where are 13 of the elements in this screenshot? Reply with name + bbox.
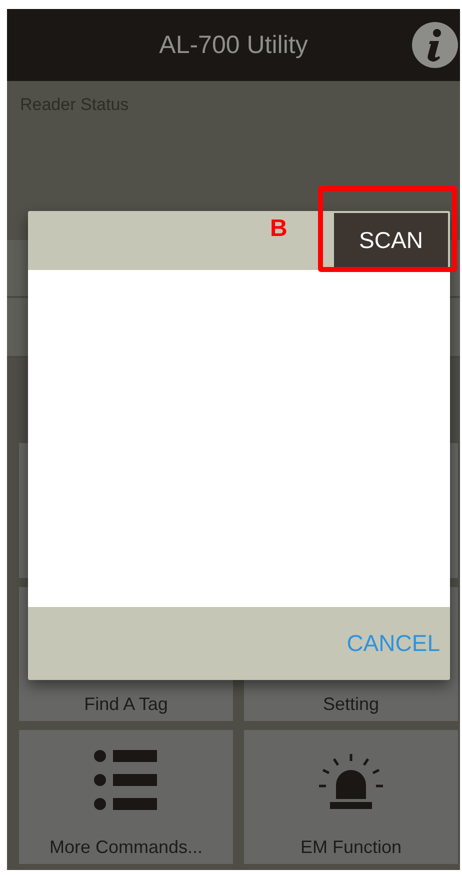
scan-button[interactable]: SCAN <box>334 213 448 268</box>
menu-tile[interactable]: EM Function <box>244 730 458 864</box>
cancel-button[interactable]: CANCEL <box>346 626 440 661</box>
menu-tile[interactable]: More Commands... <box>19 730 233 864</box>
tile-label: EM Function <box>300 837 402 858</box>
info-icon[interactable] <box>412 22 458 68</box>
list-icon <box>93 749 159 811</box>
tile-label: Setting <box>322 694 380 715</box>
tile-label: More Commands... <box>49 837 203 858</box>
siren-icon <box>318 753 384 811</box>
app-title: AL-700 Utility <box>159 30 308 60</box>
annotation-label: B <box>270 215 288 243</box>
tile-label: Find A Tag <box>84 694 168 715</box>
